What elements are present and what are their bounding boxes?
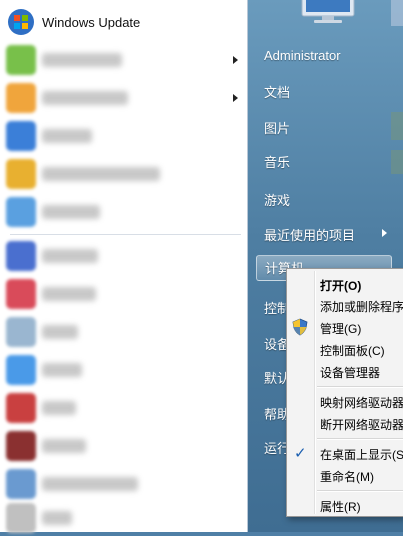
program-icon (6, 279, 36, 309)
program-item[interactable] (0, 238, 246, 274)
program-icon (6, 469, 36, 499)
pictures-link[interactable]: 图片 (264, 118, 290, 137)
program-icon (6, 45, 36, 75)
blurred-label (42, 363, 82, 377)
context-menu: 打开(O) 添加或删除程序 管理(G) 控制面板(C) 设备管理器 映射网络驱动… (286, 268, 403, 517)
program-item[interactable] (0, 390, 246, 426)
program-item[interactable] (0, 80, 246, 116)
blurred-label (42, 439, 86, 453)
blurred-label (42, 205, 100, 219)
blurred-label (42, 249, 98, 263)
submenu-arrow-icon (233, 56, 238, 64)
program-label: Windows Update (42, 14, 141, 30)
program-icon (6, 241, 36, 271)
monitor-icon (301, 0, 355, 23)
menu-item-map-network-drive[interactable]: 映射网络驱动器 (320, 394, 403, 411)
program-item[interactable] (0, 194, 246, 230)
recent-items-link[interactable]: 最近使用的项目 (264, 225, 355, 244)
menu-gutter (314, 271, 316, 514)
program-item[interactable] (0, 156, 246, 192)
menu-item-show-on-desktop[interactable]: 在桌面上显示(S (320, 446, 403, 463)
menu-separator (317, 386, 403, 388)
blurred-label (42, 325, 78, 339)
windows-update-icon (6, 7, 36, 37)
program-item[interactable] (0, 118, 246, 154)
programs-pane: Windows Update (0, 0, 248, 533)
menu-item-rename[interactable]: 重命名(M) (320, 468, 374, 485)
divider (10, 234, 241, 235)
program-icon (6, 121, 36, 151)
menu-item-open[interactable]: 打开(O) (320, 277, 361, 294)
submenu-arrow-icon (233, 94, 238, 102)
menu-separator (317, 490, 403, 492)
program-item[interactable] (0, 352, 246, 388)
games-link[interactable]: 游戏 (264, 190, 290, 209)
program-item[interactable] (0, 314, 246, 350)
program-windows-update[interactable]: Windows Update (0, 4, 246, 40)
menu-item-control-panel[interactable]: 控制面板(C) (320, 342, 385, 359)
program-icon (6, 317, 36, 347)
program-icon (6, 503, 36, 533)
menu-item-add-remove-programs[interactable]: 添加或删除程序 (320, 298, 403, 315)
menu-item-disconnect-network-drive[interactable]: 断开网络驱动器 (320, 416, 403, 433)
submenu-arrow-icon (382, 229, 387, 237)
program-item[interactable] (0, 428, 246, 464)
checkmark-icon: ✓ (294, 445, 307, 462)
program-icon (6, 159, 36, 189)
program-icon (6, 393, 36, 423)
program-item[interactable] (0, 500, 246, 536)
background-strip (391, 150, 403, 174)
menu-item-properties[interactable]: 属性(R) (320, 498, 361, 515)
background-strip (391, 0, 403, 26)
documents-link[interactable]: 文档 (264, 82, 290, 101)
blurred-label (42, 91, 128, 105)
user-name-link[interactable]: Administrator (264, 48, 341, 63)
program-icon (6, 197, 36, 227)
blurred-label (42, 401, 76, 415)
blurred-label (42, 53, 122, 67)
program-item[interactable] (0, 466, 246, 502)
program-icon (6, 83, 36, 113)
program-item[interactable] (0, 42, 246, 78)
program-icon (6, 431, 36, 461)
background-strip (391, 112, 403, 140)
music-link[interactable]: 音乐 (264, 152, 290, 171)
blurred-label (42, 287, 96, 301)
menu-separator (317, 438, 403, 440)
menu-item-device-manager[interactable]: 设备管理器 (320, 364, 380, 381)
program-item[interactable] (0, 276, 246, 312)
program-icon (6, 355, 36, 385)
blurred-label (42, 477, 138, 491)
blurred-label (42, 511, 72, 525)
menu-item-manage[interactable]: 管理(G) (320, 320, 361, 337)
uac-shield-icon (292, 318, 308, 336)
blurred-label (42, 129, 92, 143)
blurred-label (42, 167, 160, 181)
